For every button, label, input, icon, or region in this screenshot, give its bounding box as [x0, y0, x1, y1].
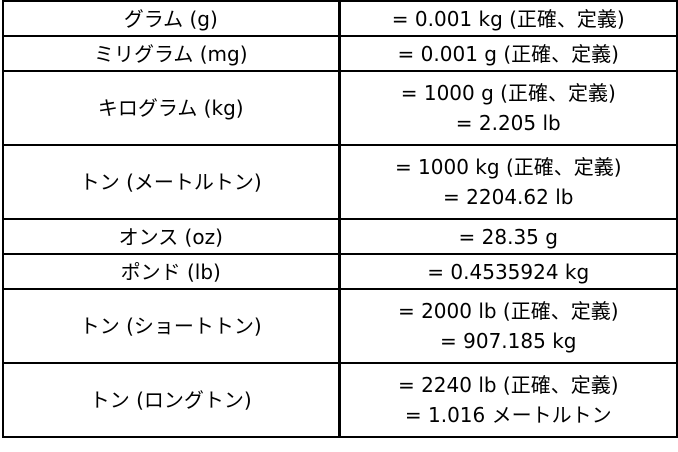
value-line: = 2240 lb (正確、定義): [397, 373, 619, 397]
table-row: ポンド (lb) = 0.4535924 kg: [2, 253, 678, 290]
table-row: グラム (g) = 0.001 kg (正確、定義): [2, 0, 678, 37]
table-row: トン (メートルトン) = 1000 kg (正確、定義) = 2204.62 …: [2, 144, 678, 220]
value-cell: = 1000 g (正確、定義) = 2.205 lb: [337, 70, 678, 146]
unit-cell: キログラム (kg): [2, 70, 340, 146]
value-cell: = 0.4535924 kg: [337, 253, 678, 290]
unit-cell: トン (ロングトン): [2, 362, 340, 438]
table-row: ミリグラム (mg) = 0.001 g (正確、定義): [2, 35, 678, 72]
unit-cell: ミリグラム (mg): [2, 35, 340, 72]
value-line: = 0.4535924 kg: [427, 259, 590, 284]
value-cell: = 2000 lb (正確、定義) = 907.185 kg: [337, 288, 678, 364]
value-line: = 2000 lb (正確、定義): [397, 299, 619, 323]
value-cell: = 2240 lb (正確、定義) = 1.016 メートルトン: [337, 362, 678, 438]
value-line: = 2.205 lb: [455, 111, 561, 135]
unit-cell: オンス (oz): [2, 218, 340, 255]
value-cell: = 28.35 g: [337, 218, 678, 255]
table-row: オンス (oz) = 28.35 g: [2, 218, 678, 255]
value-cell: = 1000 kg (正確、定義) = 2204.62 lb: [337, 144, 678, 220]
unit-cell: トン (ショートトン): [2, 288, 340, 364]
value-line: = 1000 g (正確、定義): [400, 81, 616, 105]
value-cell: = 0.001 g (正確、定義): [337, 35, 678, 72]
unit-cell: ポンド (lb): [2, 253, 340, 290]
table-row: トン (ロングトン) = 2240 lb (正確、定義) = 1.016 メート…: [2, 362, 678, 438]
value-line: = 1.016 メートルトン: [404, 403, 612, 427]
unit-cell: グラム (g): [2, 0, 340, 37]
unit-cell: トン (メートルトン): [2, 144, 340, 220]
table-row: キログラム (kg) = 1000 g (正確、定義) = 2.205 lb: [2, 70, 678, 146]
value-cell: = 0.001 kg (正確、定義): [337, 0, 678, 37]
value-line: = 28.35 g: [458, 224, 558, 249]
table-row: トン (ショートトン) = 2000 lb (正確、定義) = 907.185 …: [2, 288, 678, 364]
value-line: = 0.001 g (正確、定義): [397, 41, 619, 66]
value-line: = 2204.62 lb: [443, 185, 574, 209]
value-line: = 0.001 kg (正確、定義): [391, 6, 625, 31]
value-line: = 1000 kg (正確、定義): [394, 155, 622, 179]
value-line: = 907.185 kg: [440, 329, 577, 353]
mass-conversion-table: グラム (g) = 0.001 kg (正確、定義) ミリグラム (mg) = …: [2, 0, 678, 438]
